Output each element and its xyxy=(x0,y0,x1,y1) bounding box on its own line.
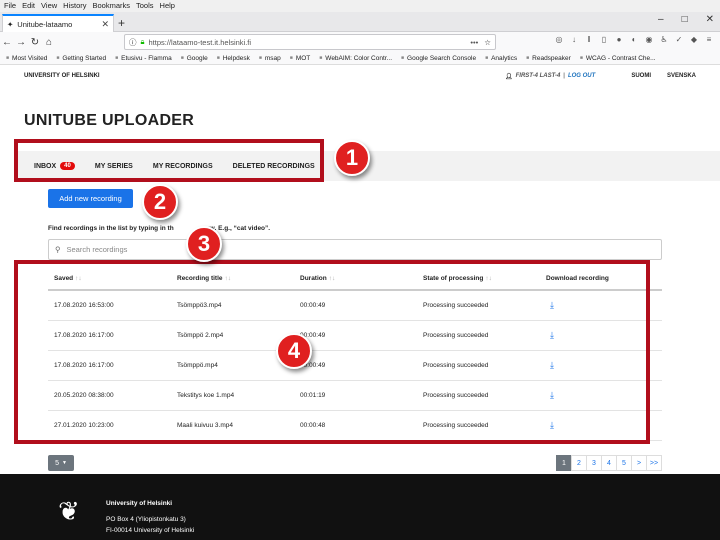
bookmark-item[interactable]: msap xyxy=(259,52,281,64)
browser-navbar: ← → ↻ ⌂ ⓘ 🔒︎ https://lataamo-test.it.hel… xyxy=(0,32,720,52)
next-page-button[interactable]: > xyxy=(631,455,647,471)
user-name: FIRST-4 LAST-4 xyxy=(515,73,561,79)
page-4-button[interactable]: 4 xyxy=(601,455,617,471)
menu-history[interactable]: History xyxy=(63,0,86,12)
add-new-recording-button[interactable]: Add new recording xyxy=(48,189,133,208)
highlight-box-table xyxy=(14,260,650,444)
university-flame-logo: ❦ xyxy=(58,496,80,526)
back-icon[interactable]: ← xyxy=(0,37,14,48)
reload-icon[interactable]: ↻ xyxy=(28,37,42,48)
abp-icon[interactable]: ● xyxy=(614,35,624,44)
page-3-button[interactable]: 3 xyxy=(586,455,602,471)
browser-menubar: File Edit View History Bookmarks Tools H… xyxy=(0,0,720,12)
annotation-marker-2: 2 xyxy=(142,184,178,220)
menu-edit[interactable]: Edit xyxy=(22,0,35,12)
site-brand[interactable]: UNIVERSITY OF HELSINKI xyxy=(24,73,505,79)
user-icon: 👤︎ xyxy=(504,73,513,80)
hamburger-menu-icon[interactable]: ≡ xyxy=(704,35,714,44)
bookmark-item[interactable]: Most Visited xyxy=(6,52,47,64)
window-controls: – □ ✕ xyxy=(658,14,714,25)
home-icon[interactable]: ⌂ xyxy=(42,37,56,48)
language-sv-link[interactable]: SVENSKA xyxy=(667,73,696,79)
url-bar[interactable]: ⓘ 🔒︎ https://lataamo-test.it.helsinki.fi… xyxy=(124,34,496,50)
page-size-value: 5 xyxy=(55,459,59,467)
search-instructions-text: Find recordings in the list by typing in… xyxy=(48,225,174,232)
caret-down-icon: ▼ xyxy=(61,460,67,466)
language-fi-link[interactable]: SUOMI xyxy=(631,73,651,79)
menu-help[interactable]: Help xyxy=(160,0,175,12)
download-icon[interactable]: ↓ xyxy=(569,35,579,44)
accessibility-icon[interactable]: ♿︎ xyxy=(659,35,669,44)
check-icon[interactable]: ✓ xyxy=(674,35,684,44)
site-footer: ❦ University of Helsinki PO Box 4 (Yliop… xyxy=(0,474,720,540)
browser-tab[interactable]: ✦ Unitube-lataamo ✕ xyxy=(2,14,114,32)
bookmark-item[interactable]: Getting Started xyxy=(56,52,106,64)
bookmark-item[interactable]: WebAIM: Color Contr... xyxy=(319,52,392,64)
bookmark-item[interactable]: WCAG - Contrast Che... xyxy=(580,52,656,64)
favicon-icon: ✦ xyxy=(7,19,14,29)
close-icon[interactable]: ✕ xyxy=(101,19,109,30)
annotation-marker-1: 1 xyxy=(334,140,370,176)
page-actions-icon[interactable]: ••• xyxy=(470,38,478,47)
bookmark-item[interactable]: MOT xyxy=(290,52,310,64)
menu-view[interactable]: View xyxy=(41,0,57,12)
bookmark-item[interactable]: Google Search Console xyxy=(401,52,476,64)
forward-icon[interactable]: → xyxy=(14,37,28,48)
page-2-button[interactable]: 2 xyxy=(571,455,587,471)
browser-tabbar: ✦ Unitube-lataamo ✕ + – □ ✕ xyxy=(0,12,720,32)
bookmarks-bar: Most Visited Getting Started Etusivu - F… xyxy=(0,52,720,65)
search-input[interactable]: ⚲ Search recordings xyxy=(48,239,662,260)
info-icon[interactable]: ⓘ xyxy=(129,37,137,48)
sidebar-icon[interactable]: ▯ xyxy=(599,35,609,44)
bookmark-item[interactable]: Google xyxy=(181,52,208,64)
toolbar-icons: ◎ ↓ ‖ ▯ ● ◐ ◉ ♿︎ ✓ ◆ ≡ xyxy=(554,35,714,44)
color-icon[interactable]: ◉ xyxy=(644,35,654,44)
shield-icon[interactable]: ◆ xyxy=(689,35,699,44)
page-title: UNITUBE UPLOADER xyxy=(24,112,195,129)
lock-icon: 🔒︎ xyxy=(140,37,145,46)
annotation-marker-4: 4 xyxy=(276,333,312,369)
footer-address-line-1: PO Box 4 (Yliopistonkatu 3) xyxy=(106,516,186,523)
minimize-icon[interactable]: – xyxy=(658,14,664,25)
footer-university-name: University of Helsinki xyxy=(106,500,173,507)
highlight-box-navigation xyxy=(14,139,324,182)
extension-icon[interactable]: ◐ xyxy=(629,35,639,44)
search-placeholder: Search recordings xyxy=(66,245,128,254)
page-5-button[interactable]: 5 xyxy=(616,455,632,471)
separator: | xyxy=(563,73,565,79)
menu-tools[interactable]: Tools xyxy=(136,0,154,12)
search-icon: ⚲ xyxy=(55,245,61,254)
footer-address-line-2: FI-00014 University of Helsinki xyxy=(106,527,195,534)
menu-file[interactable]: File xyxy=(4,0,16,12)
library-icon[interactable]: ‖ xyxy=(584,35,594,44)
pagination: 1 2 3 4 5 > >> xyxy=(556,455,662,471)
bookmark-item[interactable]: Etusivu - Flamma xyxy=(115,52,172,64)
window-close-icon[interactable]: ✕ xyxy=(706,14,714,25)
maximize-icon[interactable]: □ xyxy=(682,14,688,25)
page-size-select[interactable]: 5 ▼ xyxy=(48,455,74,471)
annotation-marker-3: 3 xyxy=(186,226,222,262)
url-text[interactable]: https://lataamo-test.it.helsinki.fi xyxy=(149,38,471,47)
logout-link[interactable]: LOG OUT xyxy=(568,73,595,79)
new-tab-icon[interactable]: + xyxy=(118,16,125,30)
bookmark-item[interactable]: Readspeaker xyxy=(526,52,571,64)
bookmark-item[interactable]: Analytics xyxy=(485,52,517,64)
last-page-button[interactable]: >> xyxy=(646,455,662,471)
tab-title: Unitube-lataamo xyxy=(17,19,73,29)
glasses-icon[interactable]: ◎ xyxy=(554,35,564,44)
search-instructions: Find recordings in the list by typing in… xyxy=(48,225,270,232)
bookmark-item[interactable]: Helpdesk xyxy=(217,52,250,64)
bookmark-star-icon[interactable]: ☆ xyxy=(484,38,491,47)
menu-bookmarks[interactable]: Bookmarks xyxy=(93,0,131,12)
site-header: UNIVERSITY OF HELSINKI 👤︎ FIRST-4 LAST-4… xyxy=(0,66,720,86)
page-1-button[interactable]: 1 xyxy=(556,455,572,471)
